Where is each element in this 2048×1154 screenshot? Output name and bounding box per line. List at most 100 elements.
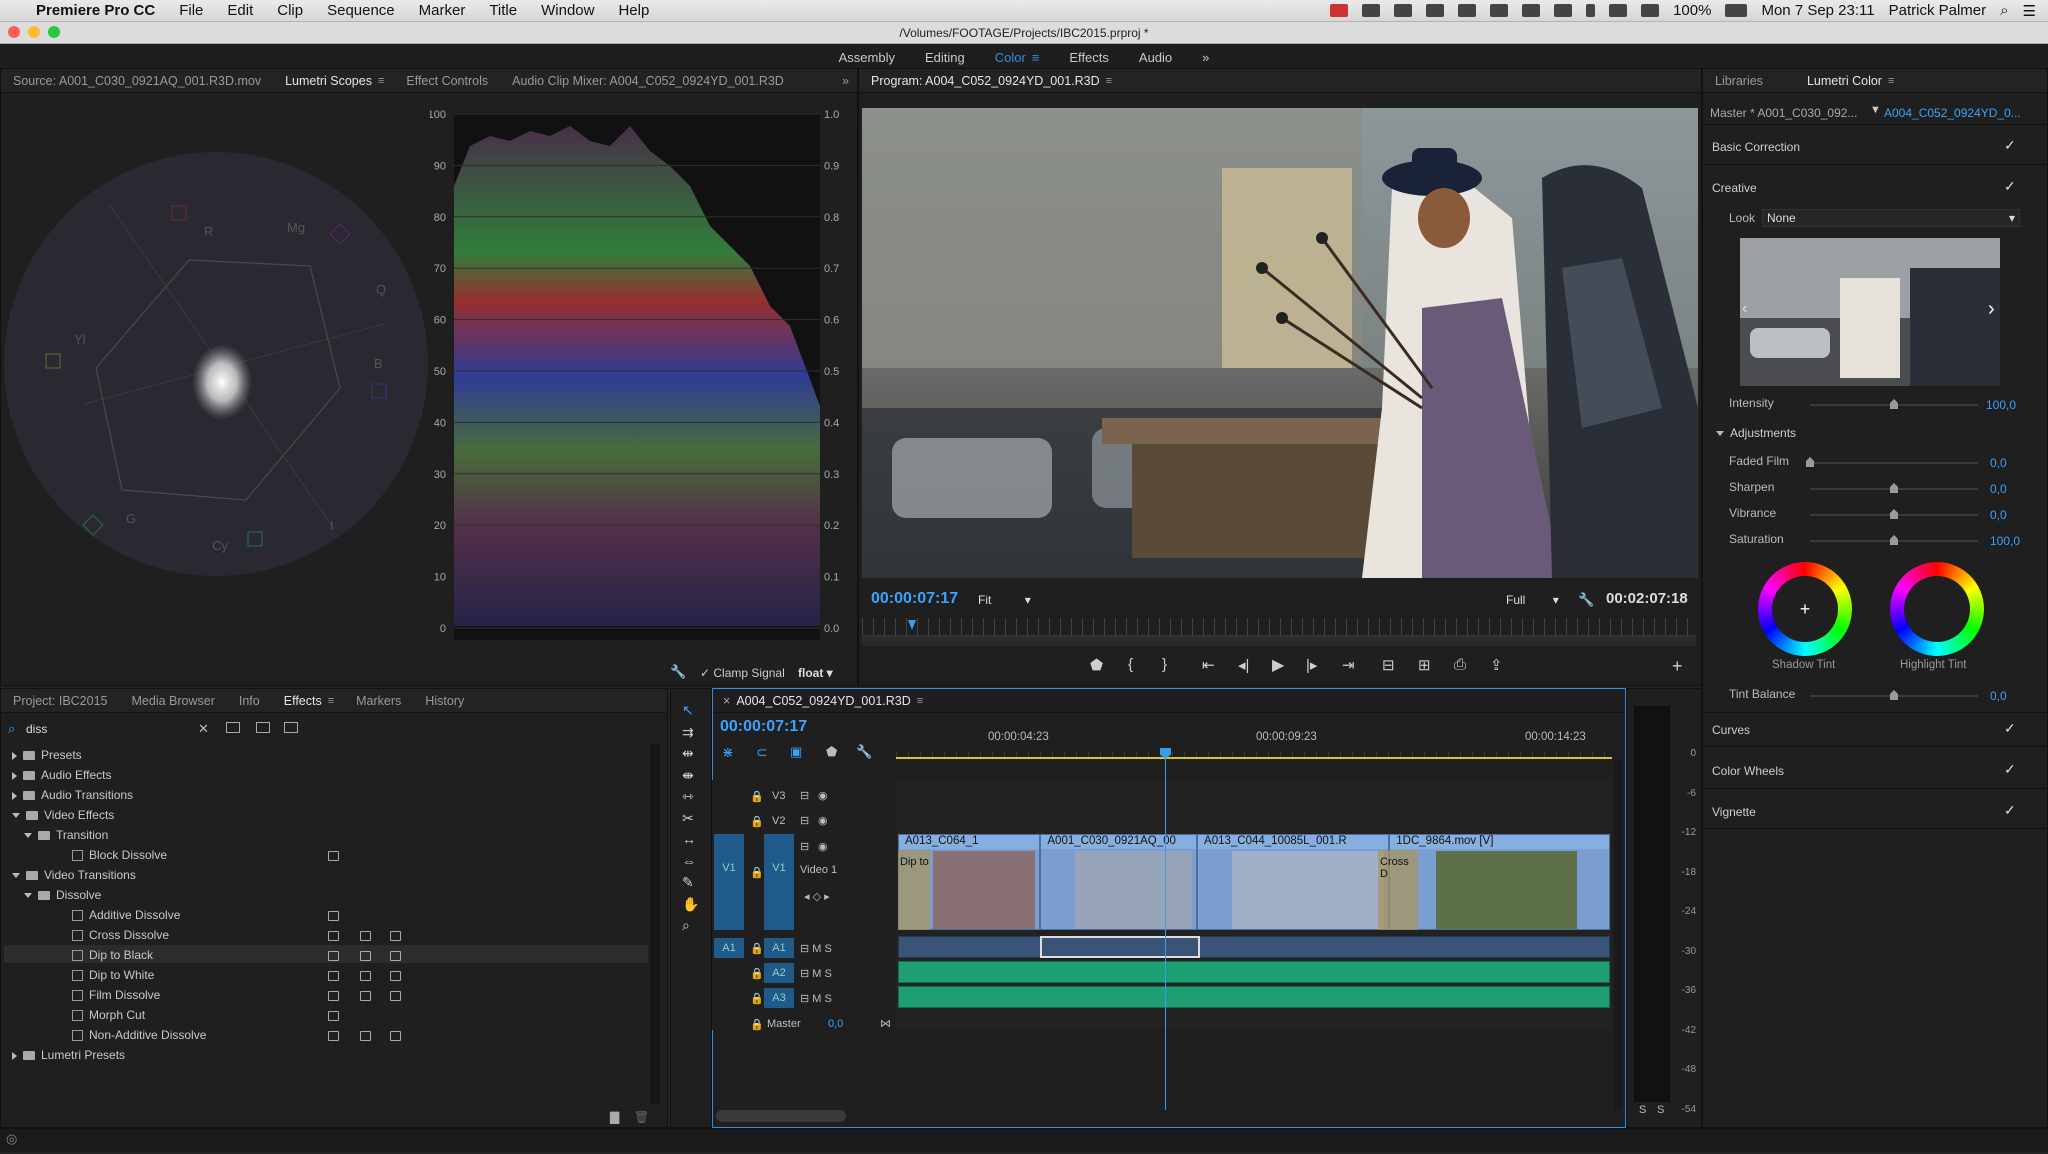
- effects-folder[interactable]: Audio Transitions: [12, 788, 133, 802]
- timeline-playhead[interactable]: [1165, 750, 1166, 1110]
- program-timecode[interactable]: 00:00:07:17: [871, 590, 958, 608]
- collapse-icon[interactable]: [12, 813, 20, 819]
- audio-clip-a1[interactable]: [898, 936, 1610, 958]
- expand-icon[interactable]: [12, 771, 17, 780]
- collapse-icon[interactable]: [24, 893, 32, 899]
- look-previous-icon[interactable]: ‹: [1742, 300, 1747, 318]
- tab-project[interactable]: Project: IBC2015: [1, 694, 120, 708]
- go-to-out-button[interactable]: ⇥: [1342, 656, 1355, 674]
- minimize-window-button[interactable]: [28, 26, 40, 38]
- effects-scrollbar[interactable]: [650, 744, 660, 1104]
- menu-clip[interactable]: Clip: [265, 2, 315, 19]
- menu-marker[interactable]: Marker: [407, 2, 478, 19]
- keyframe-nav-icon[interactable]: ◂ ◇ ▸: [804, 890, 830, 903]
- go-to-in-button[interactable]: ⇤: [1202, 656, 1215, 674]
- eye-icon[interactable]: ◉: [818, 789, 828, 802]
- clear-search-icon[interactable]: ✕: [198, 721, 209, 737]
- close-window-button[interactable]: [8, 26, 20, 38]
- program-menu-icon[interactable]: ≡: [1106, 75, 1122, 87]
- workspace-effects[interactable]: Effects: [1069, 50, 1109, 65]
- tab-overflow-icon[interactable]: »: [842, 74, 857, 88]
- timeline-settings-icon[interactable]: 🔧: [856, 744, 872, 760]
- track-target-a1[interactable]: A1: [764, 938, 794, 958]
- workspace-audio[interactable]: Audio: [1139, 50, 1172, 65]
- home-icon[interactable]: [1426, 4, 1445, 17]
- effect-item[interactable]: Additive Dissolve: [72, 908, 180, 922]
- expand-icon[interactable]: [12, 1051, 17, 1060]
- rolling-edit-tool-icon[interactable]: ⇼: [682, 767, 694, 784]
- export-frame-button[interactable]: ⎙: [1454, 656, 1466, 673]
- lock-icon[interactable]: 🔒: [750, 866, 764, 879]
- solo-left-button[interactable]: S: [1639, 1104, 1646, 1116]
- track-target-a3[interactable]: A3: [764, 988, 794, 1008]
- effect-item[interactable]: Morph Cut: [72, 1008, 145, 1022]
- adjustment-slider-value[interactable]: 0,0: [1990, 456, 2007, 470]
- tab-lumetri-color[interactable]: Lumetri Color: [1795, 74, 1894, 88]
- zoom-tool-icon[interactable]: ⌕: [682, 917, 690, 934]
- workspace-assembly[interactable]: Assembly: [839, 50, 895, 65]
- timeline-timecode[interactable]: 00:00:07:17: [720, 718, 807, 736]
- step-forward-button[interactable]: |▸: [1306, 656, 1317, 674]
- workspace-editing[interactable]: Editing: [925, 50, 965, 65]
- creative-checkbox[interactable]: ✓: [2004, 179, 2018, 193]
- transition-cross-dissolve[interactable]: Cross D: [1378, 850, 1418, 930]
- source-patch-v1[interactable]: V1: [714, 834, 744, 930]
- ripple-edit-tool-icon[interactable]: ⇹: [682, 745, 694, 762]
- volume-icon[interactable]: [1641, 4, 1660, 17]
- eye-icon[interactable]: ◉: [818, 814, 828, 827]
- lift-button[interactable]: ⊟: [1382, 656, 1395, 674]
- step-back-button[interactable]: ◂|: [1238, 656, 1249, 674]
- effect-item[interactable]: Cross Dissolve: [72, 928, 169, 942]
- workspace-overflow-icon[interactable]: »: [1202, 50, 1209, 65]
- effects-folder[interactable]: Transition: [24, 828, 108, 842]
- spotlight-icon[interactable]: ⌕: [2000, 2, 2008, 19]
- track-select-tool-icon[interactable]: ⇉: [682, 724, 694, 741]
- target-clip-label[interactable]: A004_C052_0924YD_0...: [1884, 106, 2021, 120]
- clamp-signal-checkbox[interactable]: ✓ Clamp Signal: [700, 666, 785, 680]
- zoom-select[interactable]: Fit ▾: [978, 593, 1031, 607]
- vignette-header[interactable]: Vignette: [1712, 805, 1756, 819]
- master-clip-label[interactable]: Master * A001_C030_092...: [1710, 106, 1857, 120]
- collapse-icon[interactable]: [24, 833, 32, 839]
- vignette-checkbox[interactable]: ✓: [2004, 803, 2018, 817]
- adjustment-slider-value[interactable]: 0,0: [1990, 508, 2007, 522]
- hand-tool-icon[interactable]: ✋: [682, 896, 699, 913]
- tab-history[interactable]: History: [413, 694, 476, 708]
- sequence-menu-icon[interactable]: ≡: [917, 695, 933, 707]
- solo-right-button[interactable]: S: [1657, 1104, 1664, 1116]
- tab-markers[interactable]: Markers: [344, 694, 413, 708]
- mute-solo-a1[interactable]: ⊟ M S: [800, 942, 832, 955]
- tab-effect-controls[interactable]: Effect Controls: [394, 74, 500, 88]
- look-select[interactable]: None ▾: [1762, 209, 2020, 227]
- color-wheels-checkbox[interactable]: ✓: [2004, 762, 2018, 776]
- add-marker-button[interactable]: ⬟: [1090, 656, 1103, 674]
- intensity-value[interactable]: 100,0: [1986, 398, 2016, 412]
- lock-icon[interactable]: 🔒: [750, 790, 764, 803]
- creative-cloud-icon[interactable]: [1458, 4, 1477, 17]
- effect-item[interactable]: Dip to White: [72, 968, 154, 982]
- source-patch-a1[interactable]: A1: [714, 938, 744, 958]
- shield-icon[interactable]: [1330, 4, 1349, 17]
- menu-edit[interactable]: Edit: [215, 2, 265, 19]
- eye-icon[interactable]: ◉: [818, 840, 828, 853]
- accelerated-effects-filter-icon[interactable]: [226, 722, 240, 733]
- effects-folder[interactable]: Presets: [12, 748, 82, 762]
- lock-icon[interactable]: 🔒: [750, 942, 764, 955]
- pen-tool-icon[interactable]: ✎: [682, 874, 694, 891]
- menu-file[interactable]: File: [167, 2, 215, 19]
- button-editor-button[interactable]: ⇪: [1490, 656, 1503, 674]
- tab-info[interactable]: Info: [227, 694, 272, 708]
- wifi-icon[interactable]: [1609, 4, 1628, 17]
- yuv-effects-filter-icon[interactable]: [284, 722, 298, 733]
- video-clip[interactable]: A001_C030_0921AQ_00: [1040, 834, 1198, 930]
- status-icon[interactable]: ◎: [6, 1131, 17, 1147]
- lock-icon[interactable]: 🔒: [750, 1018, 764, 1031]
- sync-lock-icon[interactable]: ⊟: [800, 789, 809, 802]
- audio-clip-a3[interactable]: [898, 986, 1610, 1008]
- tab-libraries[interactable]: Libraries: [1703, 74, 1775, 88]
- timeline-v-scrollbar[interactable]: [1614, 760, 1622, 1110]
- effects-folder[interactable]: Lumetri Presets: [12, 1048, 125, 1062]
- video-clip[interactable]: 1DC_9864.mov [V]: [1389, 834, 1610, 930]
- color-wheels-header[interactable]: Color Wheels: [1712, 764, 1784, 778]
- effects-folder[interactable]: Video Effects: [12, 808, 114, 822]
